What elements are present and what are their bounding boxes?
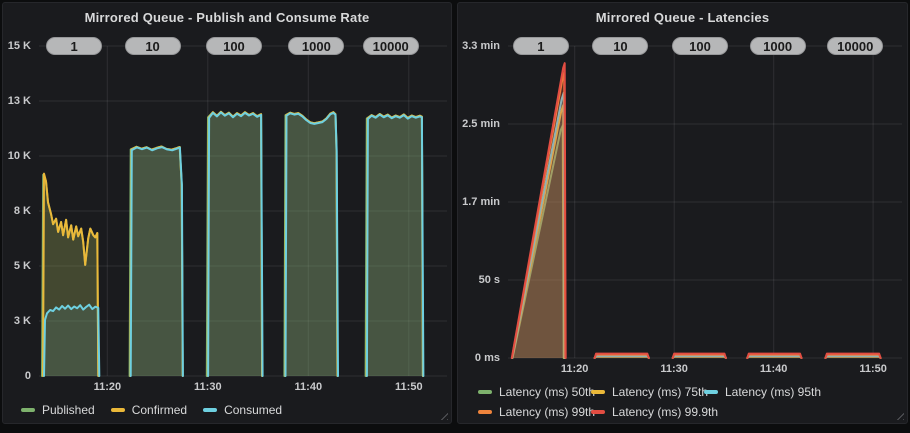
legend-swatch-icon [478,410,492,414]
latency-chart-canvas[interactable] [508,46,902,358]
annotation-pill-10000[interactable]: 10000 [827,37,883,55]
legend-swatch-icon [591,390,605,394]
legend-label: Latency (ms) 75th [612,385,708,399]
y-axis-label: 5 K [3,260,31,273]
y-axis-label: 3.3 min [458,40,500,53]
rate-legend: Published Confirmed Consumed [21,403,282,417]
y-axis-label: 8 K [3,205,31,218]
legend-item-latency-ms-99th[interactable]: Latency (ms) 99th [478,405,591,419]
x-axis-label: 11:30 [644,363,704,376]
panel-resize-handle[interactable] [438,410,448,420]
legend-label: Published [42,403,95,417]
legend-item-consumed[interactable]: Consumed [203,403,282,417]
legend-label: Latency (ms) 50th [499,385,595,399]
y-axis-label: 3 K [3,315,31,328]
x-axis-label: 11:20 [545,363,605,376]
annotation-pill-1[interactable]: 1 [513,37,569,55]
legend-label: Latency (ms) 95th [725,385,821,399]
series-area-consumed [44,305,99,376]
legend-swatch-icon [591,410,605,414]
latency-chart-plot[interactable] [508,46,902,358]
series-area-consumed [286,113,339,376]
y-axis-label: 0 [3,370,31,383]
x-axis-label: 11:40 [744,363,804,376]
y-axis-label: 10 K [3,150,31,163]
latency-legend: Latency (ms) 50thLatency (ms) 75thLatenc… [478,385,817,419]
y-axis-label: 2.5 min [458,118,500,131]
annotation-pill-10[interactable]: 10 [125,37,181,55]
panel-title[interactable]: Mirrored Queue - Latencies [458,10,907,25]
series-area-consumed [367,115,424,376]
annotation-pill-1000[interactable]: 1000 [750,37,806,55]
legend-label: Latency (ms) 99.9th [612,405,718,419]
series-area-consumed [208,112,263,376]
legend-item-published[interactable]: Published [21,403,95,417]
x-axis-label: 11:20 [77,381,137,394]
x-axis-label: 11:50 [843,363,903,376]
legend-item-confirmed[interactable]: Confirmed [111,403,187,417]
legend-label: Confirmed [132,403,187,417]
legend-swatch-icon [111,408,125,412]
legend-item-latency-ms-75th[interactable]: Latency (ms) 75th [591,385,704,399]
rate-chart-canvas[interactable] [39,46,447,376]
y-axis-label: 50 s [458,274,500,287]
annotation-pill-10000[interactable]: 10000 [363,37,419,55]
x-axis-label: 11:50 [379,381,439,394]
annotation-pill-100[interactable]: 100 [206,37,262,55]
panel-publish-consume-rate: Mirrored Queue - Publish and Consume Rat… [2,2,452,424]
y-axis-label: 1.7 min [458,196,500,209]
grafana-dashboard: Mirrored Queue - Publish and Consume Rat… [0,0,910,433]
legend-swatch-icon [203,408,217,412]
x-axis-label: 11:40 [278,381,338,394]
y-axis-label: 13 K [3,95,31,108]
legend-item-latency-ms-99-9th[interactable]: Latency (ms) 99.9th [591,405,704,419]
legend-swatch-icon [21,408,35,412]
legend-label: Consumed [224,403,282,417]
series-area-consumed [131,147,183,376]
panel-resize-handle[interactable] [894,410,904,420]
annotation-pill-1[interactable]: 1 [46,37,102,55]
legend-item-latency-ms-50th[interactable]: Latency (ms) 50th [478,385,591,399]
x-axis-label: 11:30 [178,381,238,394]
legend-item-latency-ms-95th[interactable]: Latency (ms) 95th [704,385,817,399]
y-axis-label: 15 K [3,40,31,53]
annotation-pill-100[interactable]: 100 [672,37,728,55]
legend-swatch-icon [704,390,718,394]
legend-swatch-icon [478,390,492,394]
annotation-pill-10[interactable]: 10 [592,37,648,55]
panel-title[interactable]: Mirrored Queue - Publish and Consume Rat… [3,10,451,25]
rate-chart-plot[interactable] [39,46,447,376]
y-axis-label: 0 ms [458,352,500,365]
annotation-pill-1000[interactable]: 1000 [288,37,344,55]
panel-latencies: Mirrored Queue - Latencies Latency (ms) … [457,2,908,424]
legend-label: Latency (ms) 99th [499,405,595,419]
